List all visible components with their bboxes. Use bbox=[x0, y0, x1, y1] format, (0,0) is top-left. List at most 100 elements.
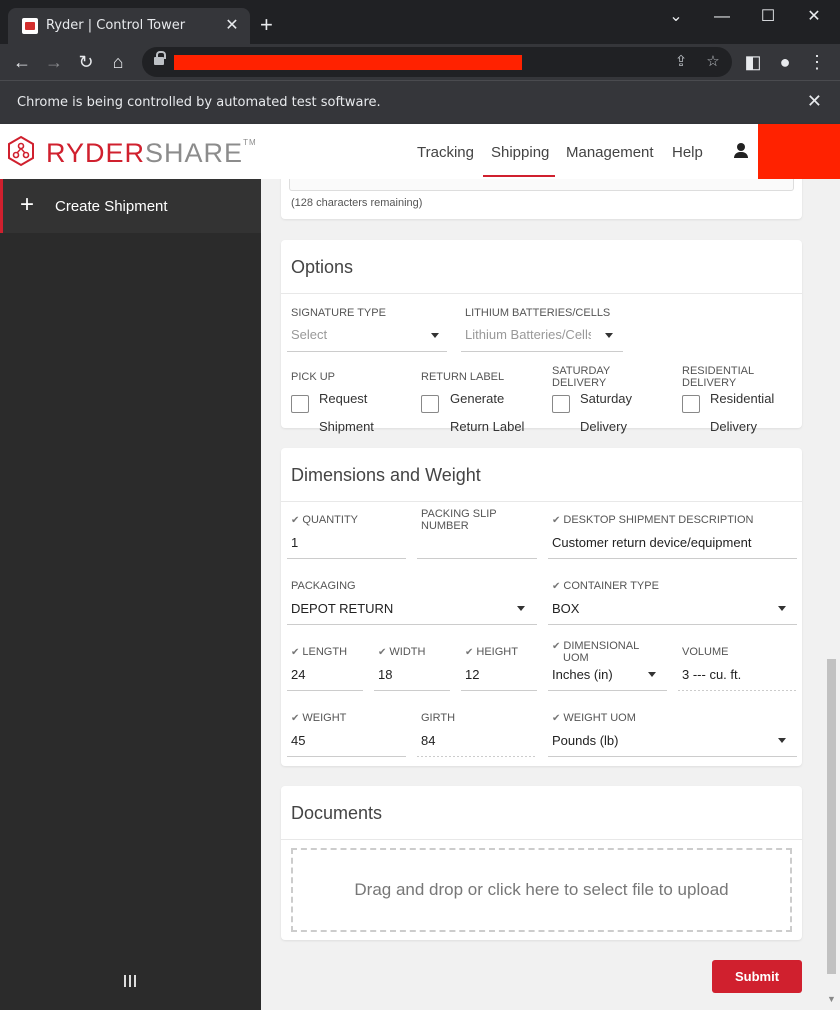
back-arrow-icon[interactable]: ← bbox=[10, 50, 34, 74]
browser-toolbar: ← → ↻ ⌂ ⇪ ☆ ◧ ● ⋮ bbox=[0, 44, 840, 80]
lithium-label: LITHIUM BATTERIES/CELLS bbox=[465, 307, 611, 319]
tab-close-icon[interactable]: ✕ bbox=[222, 16, 242, 36]
return-label-text-1: Generate bbox=[450, 391, 505, 406]
window-close-icon[interactable]: ✕ bbox=[794, 6, 834, 28]
dimensions-divider bbox=[281, 501, 802, 502]
saturday-text-2: Delivery bbox=[580, 419, 627, 434]
home-icon[interactable]: ⌂ bbox=[106, 50, 130, 74]
scroll-down-arrow-icon[interactable]: ▼ bbox=[827, 994, 836, 1004]
residential-text-2: Delivery bbox=[710, 419, 757, 434]
sidebar-collapse-icon[interactable] bbox=[124, 975, 138, 987]
height-underline bbox=[461, 690, 537, 691]
volume-underline bbox=[678, 690, 797, 691]
window-restore-icon[interactable]: ☐ bbox=[748, 6, 788, 28]
sidebar-item-label: Create Shipment bbox=[55, 198, 168, 215]
rydershare-logo-icon bbox=[8, 135, 34, 167]
packing-slip-label-2: NUMBER bbox=[421, 520, 469, 532]
girth-label: GIRTH bbox=[421, 712, 456, 724]
ryder-favicon-icon bbox=[22, 18, 38, 34]
documents-divider bbox=[281, 839, 802, 840]
logo-share: SHARE bbox=[145, 138, 244, 168]
check-icon: ✔ bbox=[291, 713, 300, 724]
height-input[interactable]: 12 bbox=[465, 667, 479, 682]
description-label: ✔ DESKTOP SHIPMENT DESCRIPTION bbox=[552, 514, 754, 526]
browser-tab[interactable]: Ryder | Control Tower ✕ bbox=[8, 8, 250, 44]
active-nav-indicator bbox=[483, 175, 555, 177]
pickup-checkbox[interactable] bbox=[291, 395, 309, 413]
profile-icon[interactable]: ● bbox=[773, 50, 797, 74]
chevron-down-icon bbox=[517, 606, 525, 611]
documents-title: Documents bbox=[291, 803, 383, 823]
weight-uom-select[interactable]: Pounds (lb) bbox=[552, 733, 618, 748]
dim-uom-underline bbox=[548, 690, 667, 691]
app-header: RYDERSHARETM Tracking Shipping Managemen… bbox=[0, 124, 840, 179]
packing-slip-input[interactable] bbox=[417, 558, 537, 559]
page-scrollbar[interactable]: ▼ bbox=[823, 179, 840, 1010]
saturday-label-1: SATURDAY bbox=[552, 365, 611, 377]
dim-uom-select[interactable]: Inches (in) bbox=[552, 667, 613, 682]
container-type-select[interactable]: BOX bbox=[552, 601, 579, 616]
infobar-close-icon[interactable]: ✕ bbox=[807, 91, 822, 112]
signature-type-select[interactable]: Select bbox=[291, 327, 327, 342]
scrollbar-thumb[interactable] bbox=[827, 659, 836, 974]
comments-textarea[interactable] bbox=[289, 179, 794, 191]
reload-icon[interactable]: ↻ bbox=[74, 50, 98, 74]
nav-tracking[interactable]: Tracking bbox=[417, 144, 474, 161]
share-icon[interactable]: ⇪ bbox=[670, 51, 692, 73]
check-icon: ✔ bbox=[291, 515, 300, 526]
main-content: (128 characters remaining) Options SIGNA… bbox=[261, 179, 823, 1010]
volume-label: VOLUME bbox=[682, 646, 729, 658]
length-input[interactable]: 24 bbox=[291, 667, 305, 682]
more-menu-icon[interactable]: ⋮ bbox=[805, 50, 829, 74]
check-icon: ✔ bbox=[552, 641, 561, 652]
forward-arrow-icon[interactable]: → bbox=[42, 50, 66, 74]
weight-underline bbox=[287, 756, 406, 757]
submit-button[interactable]: Submit bbox=[712, 960, 802, 993]
address-bar[interactable]: ⇪ ☆ bbox=[142, 47, 732, 77]
container-type-underline bbox=[548, 624, 797, 625]
pickup-text-2: Shipment bbox=[319, 419, 374, 434]
tab-search-icon[interactable]: ⌄ bbox=[656, 6, 696, 28]
bookmark-star-icon[interactable]: ☆ bbox=[702, 51, 724, 73]
quantity-label: ✔ QUANTITY bbox=[291, 514, 359, 526]
infobar-text: Chrome is being controlled by automated … bbox=[17, 95, 381, 110]
dimensions-card: Dimensions and Weight ✔ QUANTITY 1 PACKIN… bbox=[281, 448, 802, 766]
packaging-select[interactable]: DEPOT RETURN bbox=[291, 601, 393, 616]
pickup-text-1: Request bbox=[319, 391, 368, 406]
saturday-delivery-checkbox[interactable] bbox=[552, 395, 570, 413]
sidebar-item-create-shipment[interactable]: + Create Shipment bbox=[0, 179, 261, 233]
weight-label: ✔ WEIGHT bbox=[291, 712, 347, 724]
file-dropzone[interactable]: Drag and drop or click here to select fi… bbox=[291, 848, 792, 932]
weight-uom-underline bbox=[548, 756, 797, 757]
return-label-checkbox[interactable] bbox=[421, 395, 439, 413]
nav-management[interactable]: Management bbox=[566, 144, 654, 161]
pickup-label: PICK UP bbox=[291, 371, 336, 383]
length-label: ✔ LENGTH bbox=[291, 646, 348, 658]
lithium-select[interactable]: Lithium Batteries/Cells bbox=[465, 327, 591, 342]
options-divider bbox=[281, 293, 802, 294]
description-underline bbox=[548, 558, 797, 559]
nav-help[interactable]: Help bbox=[672, 144, 703, 161]
check-icon: ✔ bbox=[552, 581, 561, 592]
new-tab-icon[interactable]: + bbox=[260, 14, 273, 36]
comments-card: (128 characters remaining) bbox=[281, 179, 802, 219]
height-label: ✔ HEIGHT bbox=[465, 646, 518, 658]
width-input[interactable]: 18 bbox=[378, 667, 392, 682]
weight-input[interactable]: 45 bbox=[291, 733, 305, 748]
user-icon[interactable] bbox=[734, 143, 748, 159]
quantity-input[interactable]: 1 bbox=[291, 535, 298, 550]
browser-tab-strip: Ryder | Control Tower ✕ + ⌄ — ☐ ✕ bbox=[0, 0, 840, 44]
volume-value: 3 --- cu. ft. bbox=[682, 667, 742, 682]
signature-type-underline bbox=[287, 351, 447, 352]
chevron-down-icon bbox=[605, 333, 613, 338]
nav-shipping[interactable]: Shipping bbox=[491, 144, 549, 161]
window-minimize-icon[interactable]: — bbox=[702, 6, 742, 28]
packing-slip-label-1: PACKING SLIP bbox=[421, 508, 497, 520]
weight-uom-label: ✔ WEIGHT UOM bbox=[552, 712, 636, 724]
chevron-down-icon bbox=[778, 738, 786, 743]
length-underline bbox=[287, 690, 363, 691]
description-input[interactable]: Customer return device/equipment bbox=[552, 535, 751, 550]
side-panel-icon[interactable]: ◧ bbox=[741, 50, 765, 74]
packaging-label: PACKAGING bbox=[291, 580, 356, 592]
residential-delivery-checkbox[interactable] bbox=[682, 395, 700, 413]
